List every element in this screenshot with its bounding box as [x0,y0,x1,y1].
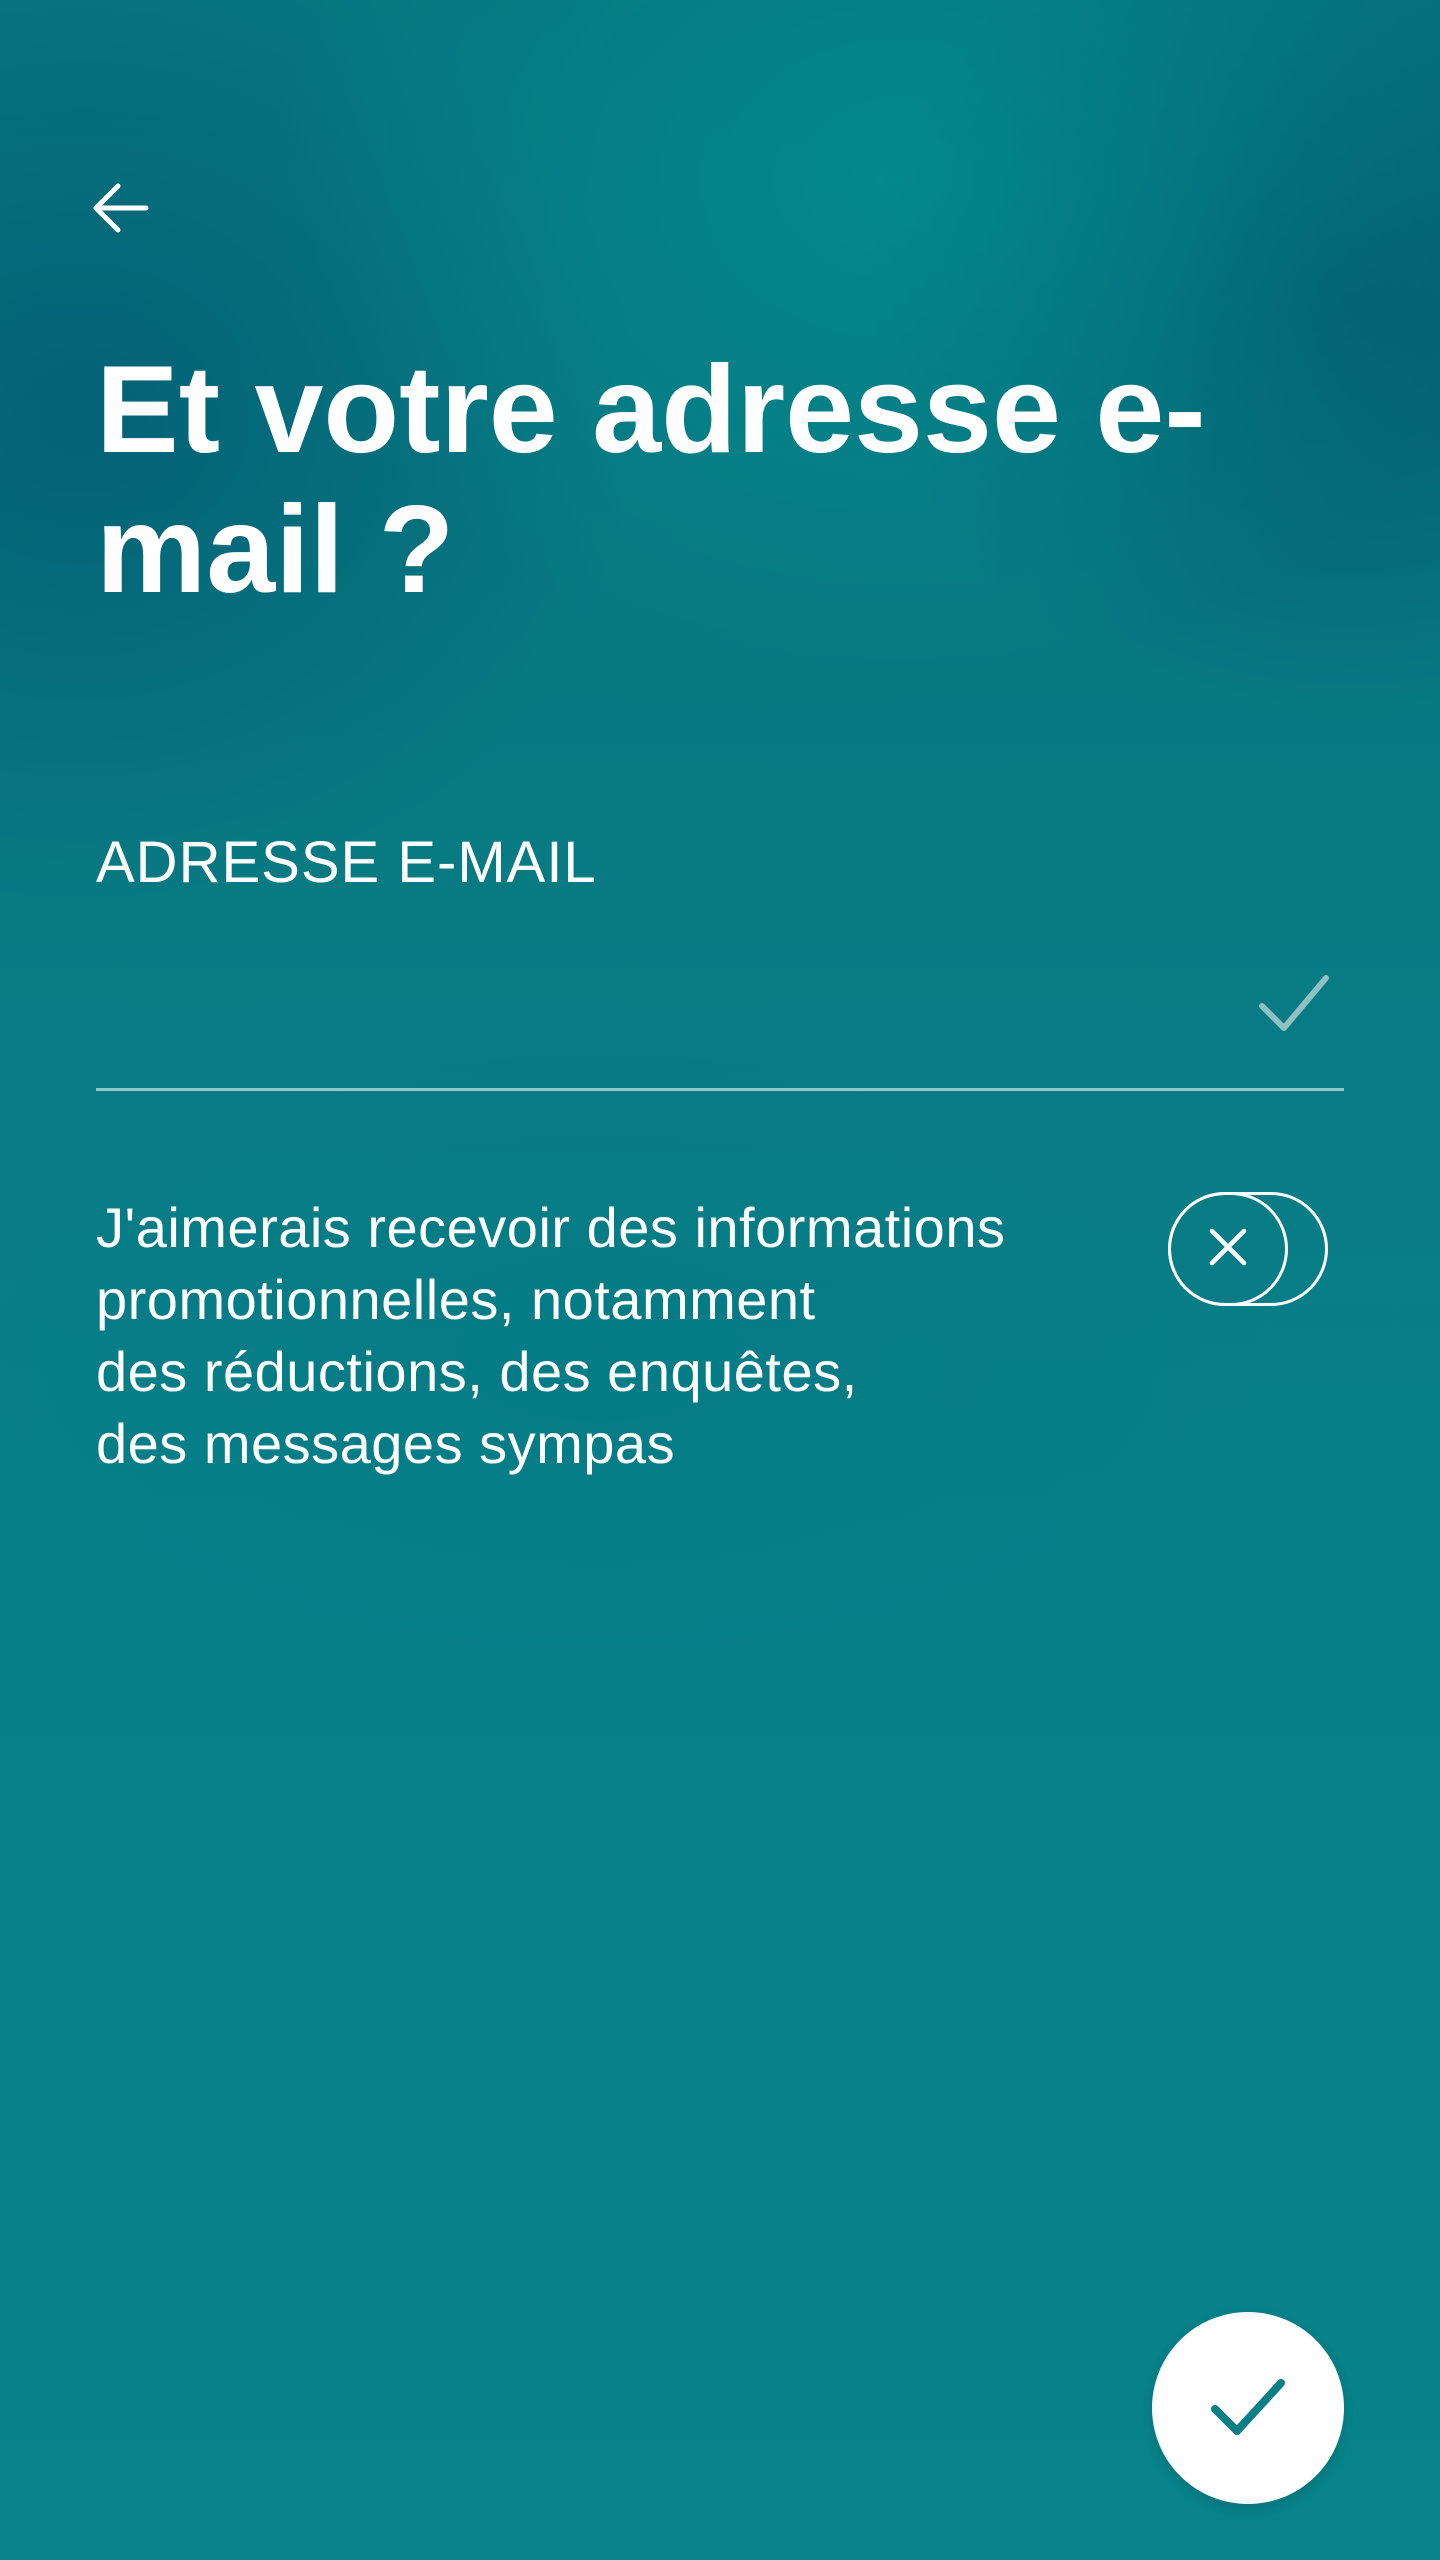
promo-optin-toggle[interactable] [1168,1192,1334,1312]
page-title: Et votre adresse e- mail ? [96,341,1206,619]
email-field-label: ADRESSE E-MAIL [96,830,597,895]
promo-optin-text: J'aimerais recevoir des informations pro… [96,1196,1006,1475]
check-icon [1252,960,1336,1044]
submit-button[interactable] [1152,2312,1344,2504]
email-input[interactable] [96,950,1196,1060]
arrow-left-icon [84,172,156,249]
close-icon [1204,1223,1252,1276]
back-button[interactable] [70,160,170,260]
toggle-knob [1168,1192,1288,1306]
email-field[interactable] [96,930,1344,1091]
check-icon [1205,2363,1291,2454]
